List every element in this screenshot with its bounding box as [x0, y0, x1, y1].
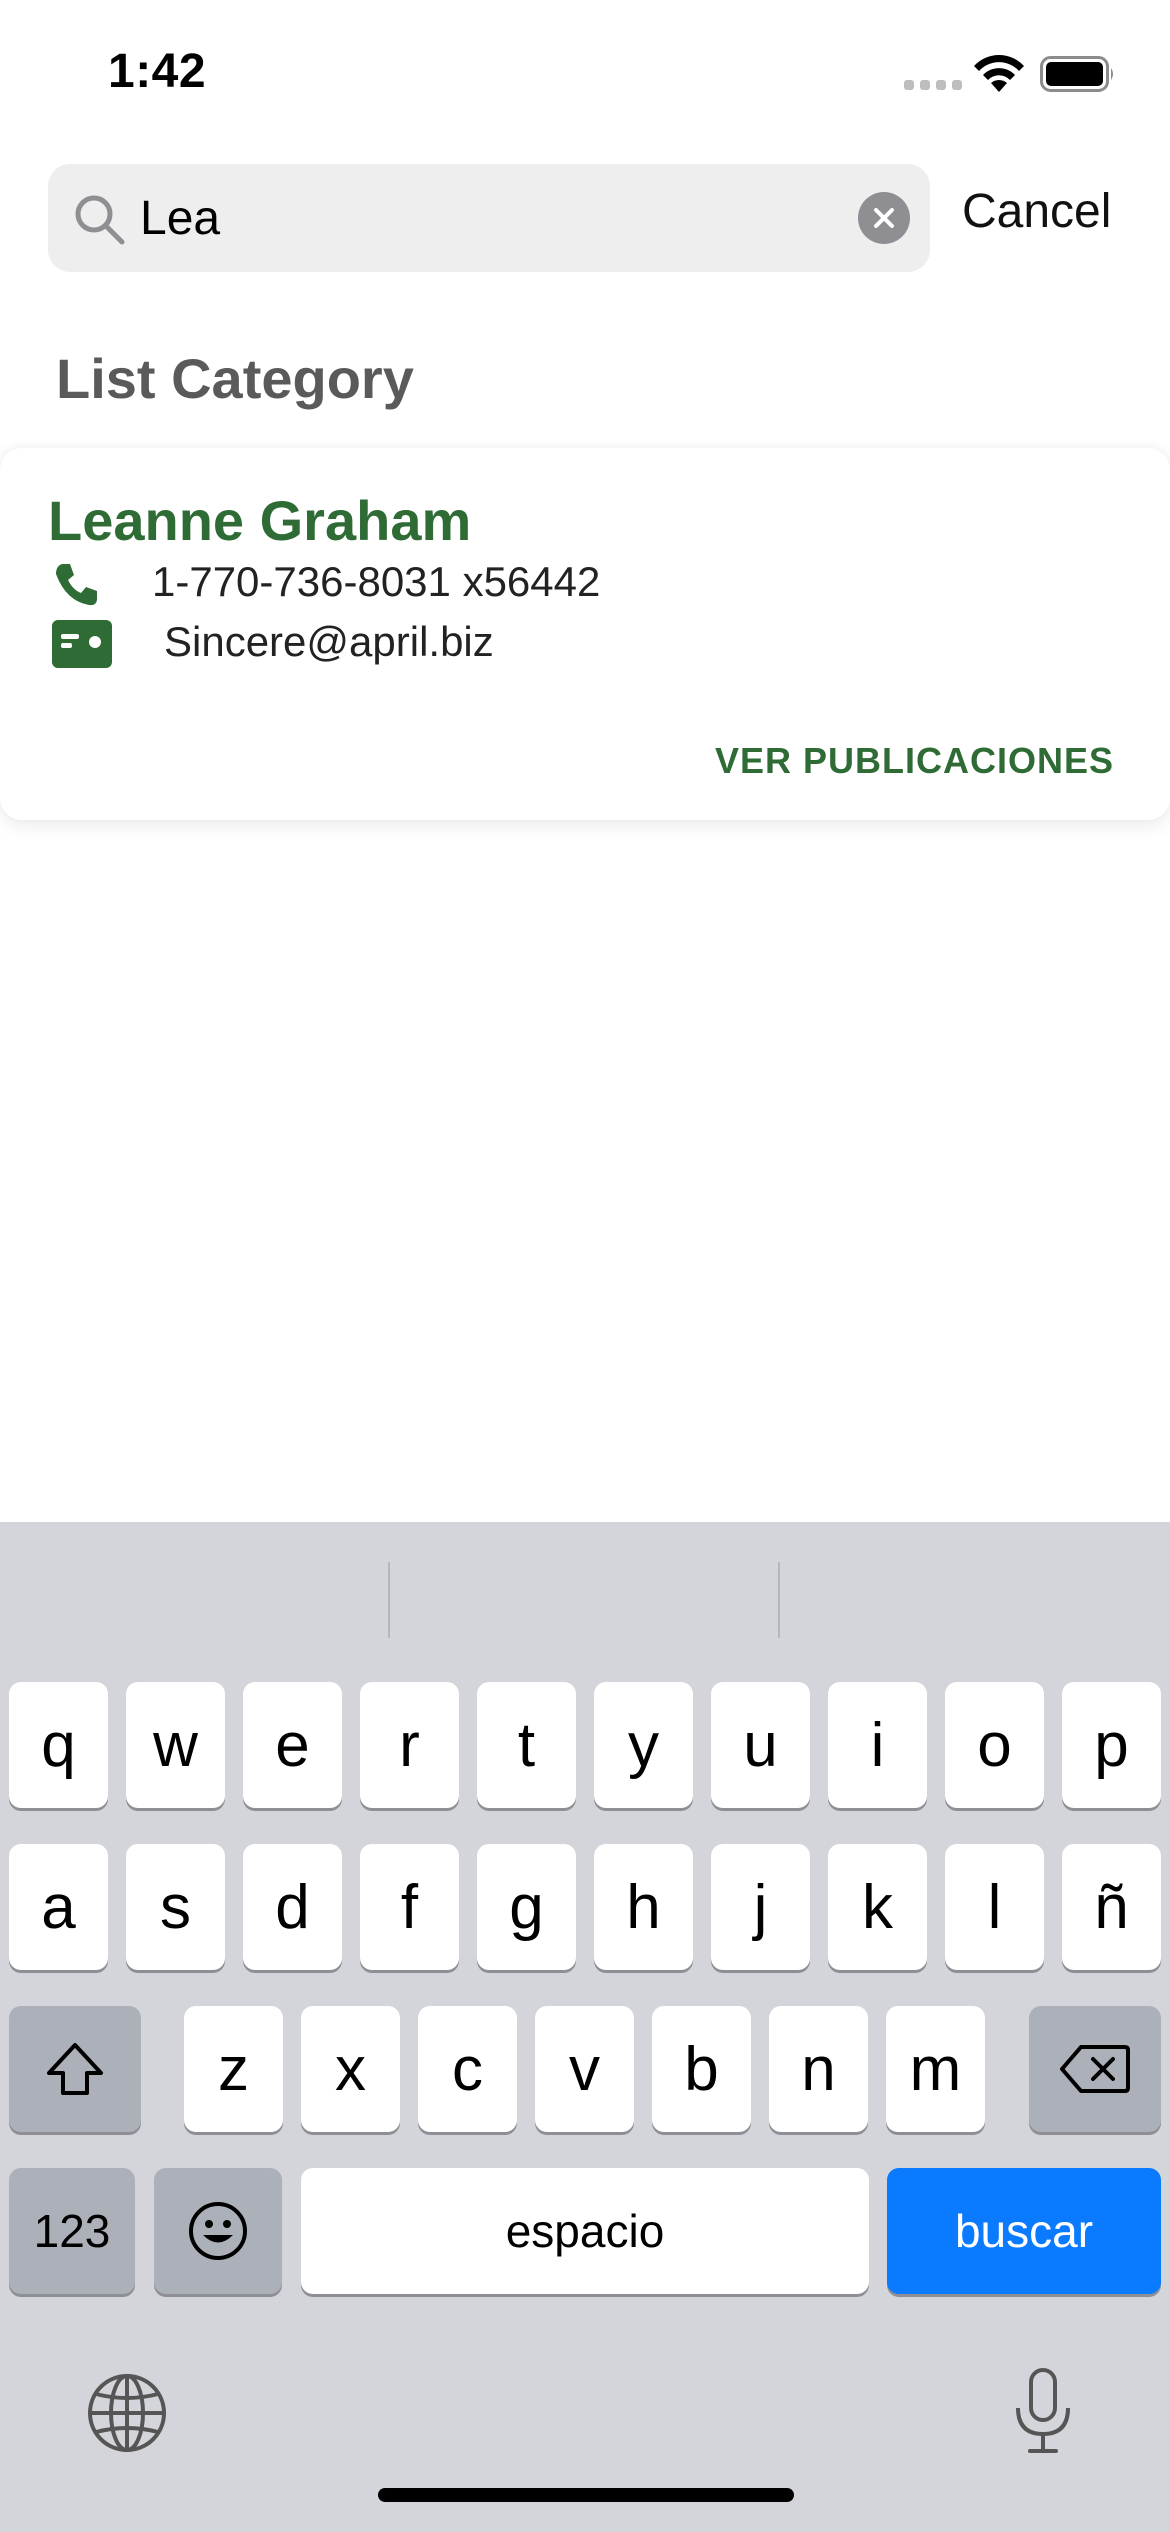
- clear-search-button[interactable]: [858, 192, 910, 244]
- key-u[interactable]: u: [711, 1682, 810, 1808]
- key-l[interactable]: l: [945, 1844, 1044, 1970]
- user-name: Leanne Graham: [48, 489, 472, 552]
- microphone-icon[interactable]: [1010, 2366, 1076, 2456]
- home-indicator[interactable]: [378, 2488, 794, 2502]
- key-m[interactable]: m: [886, 2006, 985, 2132]
- user-email: Sincere@april.biz: [164, 618, 494, 665]
- phone-icon: [56, 564, 97, 606]
- key-k[interactable]: k: [828, 1844, 927, 1970]
- prediction-divider: [388, 1562, 390, 1638]
- key-y[interactable]: y: [594, 1682, 693, 1808]
- battery-icon: [1040, 56, 1113, 92]
- key-x[interactable]: x: [301, 2006, 400, 2132]
- key-p[interactable]: p: [1062, 1682, 1161, 1808]
- key-o[interactable]: o: [945, 1682, 1044, 1808]
- key-g[interactable]: g: [477, 1844, 576, 1970]
- key-v[interactable]: v: [535, 2006, 634, 2132]
- key-r[interactable]: r: [360, 1682, 459, 1808]
- key-c[interactable]: c: [418, 2006, 517, 2132]
- delete-key[interactable]: [1029, 2006, 1161, 2132]
- search-icon: [75, 195, 125, 245]
- search-input[interactable]: [140, 184, 880, 252]
- key-h[interactable]: h: [594, 1844, 693, 1970]
- search-row: Cancel: [0, 160, 1170, 280]
- key-n[interactable]: n: [769, 2006, 868, 2132]
- keyboard: q w e r t y u i o p a s d f g h j k l ñ …: [0, 1522, 1170, 2532]
- key-a[interactable]: a: [9, 1844, 108, 1970]
- ver-publicaciones-button[interactable]: VER PUBLICACIONES: [715, 740, 1114, 782]
- key-d[interactable]: d: [243, 1844, 342, 1970]
- key-e[interactable]: e: [243, 1682, 342, 1808]
- contact-card-icon: [52, 620, 112, 668]
- key-t[interactable]: t: [477, 1682, 576, 1808]
- status-time: 1:42: [108, 45, 207, 98]
- key-w[interactable]: w: [126, 1682, 225, 1808]
- cancel-button[interactable]: Cancel: [962, 184, 1111, 239]
- shift-key[interactable]: [9, 2006, 141, 2132]
- key-i[interactable]: i: [828, 1682, 927, 1808]
- wifi-icon: [974, 55, 1024, 92]
- shift-icon: [47, 2043, 103, 2095]
- space-key[interactable]: espacio: [301, 2168, 869, 2294]
- key-z[interactable]: z: [184, 2006, 283, 2132]
- key-j[interactable]: j: [711, 1844, 810, 1970]
- globe-icon[interactable]: [86, 2372, 168, 2454]
- key-b[interactable]: b: [652, 2006, 751, 2132]
- search-key[interactable]: buscar: [887, 2168, 1161, 2294]
- key-n-tilde[interactable]: ñ: [1062, 1844, 1161, 1970]
- emoji-key[interactable]: [154, 2168, 282, 2294]
- status-bar: 1:42: [0, 0, 1170, 150]
- key-s[interactable]: s: [126, 1844, 225, 1970]
- key-q[interactable]: q: [9, 1682, 108, 1808]
- backspace-icon: [1060, 2045, 1130, 2093]
- emoji-icon: [189, 2202, 247, 2260]
- user-card: Leanne Graham 1-770-736-8031 x56442 Sinc…: [0, 448, 1170, 820]
- key-f[interactable]: f: [360, 1844, 459, 1970]
- numbers-key[interactable]: 123: [9, 2168, 135, 2294]
- user-phone: 1-770-736-8031 x56442: [152, 558, 601, 605]
- cellular-signal-icon: [904, 80, 962, 92]
- search-bar[interactable]: [48, 164, 930, 272]
- prediction-divider: [778, 1562, 780, 1638]
- section-title: List Category: [56, 347, 414, 410]
- close-icon: [874, 208, 894, 228]
